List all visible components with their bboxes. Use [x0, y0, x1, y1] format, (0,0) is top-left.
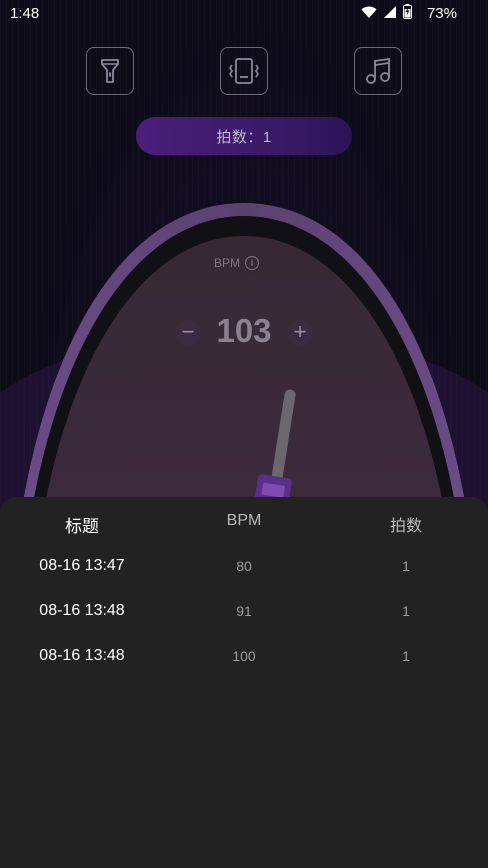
row-bpm: 80	[236, 558, 252, 574]
bpm-label: BPM	[214, 256, 241, 270]
row-title: 08-16 13:48	[39, 647, 125, 664]
row-beats: 1	[402, 648, 410, 664]
metronome-face	[42, 236, 446, 520]
minus-icon: −	[181, 319, 195, 344]
plus-icon: +	[293, 319, 307, 344]
row-title: 08-16 13:48	[39, 602, 125, 619]
row-beats: 1	[402, 558, 410, 574]
row-bpm: 100	[232, 648, 256, 664]
row-bpm: 91	[236, 603, 252, 619]
row-title: 08-16 13:47	[39, 557, 125, 574]
bpm-label-group: BPM i	[214, 256, 260, 270]
bpm-value: 103	[216, 312, 272, 349]
row-beats: 1	[402, 603, 410, 619]
increase-bpm-button[interactable]: +	[287, 320, 313, 346]
header-title: 标题	[65, 517, 99, 536]
header-beats: 拍数	[389, 518, 422, 535]
app-screen: 1:48 73% 拍数：1 BPM i − 103 + 标题 BPM 拍数 08…	[0, 0, 488, 868]
header-bpm: BPM	[226, 512, 262, 529]
decrease-bpm-button[interactable]: −	[175, 320, 201, 346]
history-sheet: 标题 BPM 拍数 08-16 13:47 80 1 08-16 13:48 9…	[0, 497, 488, 868]
info-icon[interactable]: i	[245, 256, 260, 270]
